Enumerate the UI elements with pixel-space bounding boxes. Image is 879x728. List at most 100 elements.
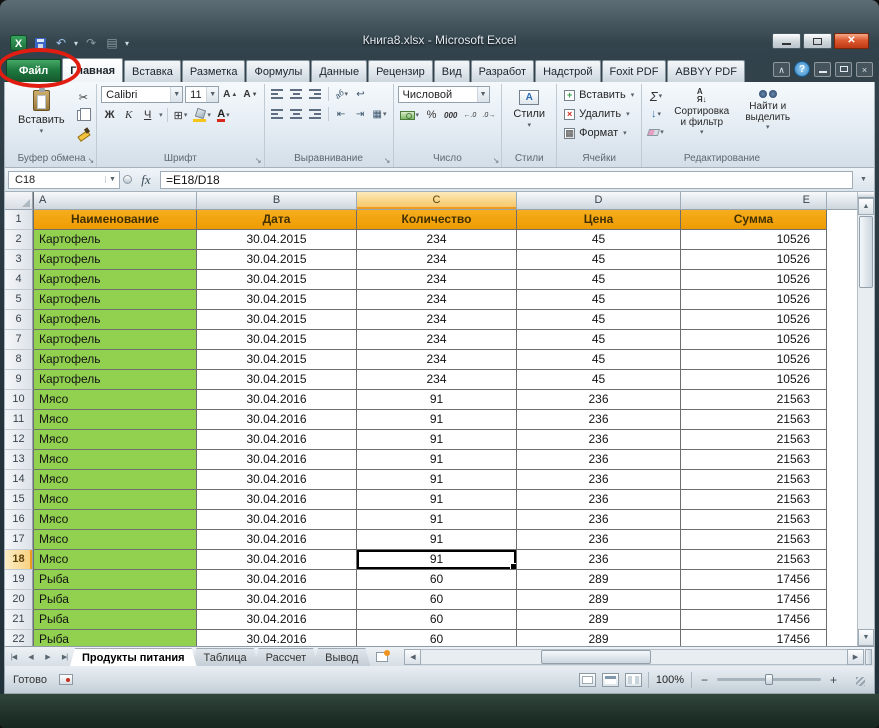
cell-D6[interactable]: 45	[517, 310, 681, 330]
cell-D15[interactable]: 236	[517, 490, 681, 510]
font-size-select[interactable]: 11 ▼	[185, 86, 219, 103]
cell-A22[interactable]: Рыба	[33, 630, 197, 646]
cell-E10[interactable]: 21563	[681, 390, 827, 410]
ribbon-tab-file[interactable]: Файл	[6, 59, 61, 82]
scroll-left-icon[interactable]: ◀	[404, 649, 421, 665]
row-header-22[interactable]: 22	[5, 630, 33, 646]
row-header-5[interactable]: 5	[5, 290, 33, 310]
number-format-select[interactable]: Числовой ▼	[398, 86, 490, 103]
cell-A3[interactable]: Картофель	[33, 250, 197, 270]
zoom-level[interactable]: 100%	[655, 674, 685, 686]
paste-button[interactable]: Вставить ▾	[11, 86, 72, 137]
cell-E21[interactable]: 17456	[681, 610, 827, 630]
formula-input[interactable]: =E18/D18	[160, 171, 853, 189]
dialog-launcher-icon[interactable]: ↘	[255, 157, 262, 165]
wrap-text-button[interactable]: ↩	[352, 86, 369, 102]
cell-C8[interactable]: 234	[357, 350, 517, 370]
first-sheet-button[interactable]: |◀	[5, 648, 22, 666]
cell-D21[interactable]: 289	[517, 610, 681, 630]
underline-button[interactable]: Ч	[139, 107, 156, 123]
autosum-button[interactable]: Σ▾	[646, 88, 666, 104]
scroll-up-icon[interactable]: ▲	[858, 198, 874, 215]
merge-center-button[interactable]: ▦▾	[371, 106, 389, 122]
cell-B7[interactable]: 30.04.2015	[197, 330, 357, 350]
cell-A2[interactable]: Картофель	[33, 230, 197, 250]
cell-D4[interactable]: 45	[517, 270, 681, 290]
cell-C5[interactable]: 234	[357, 290, 517, 310]
sheet-tab-4[interactable]: Вывод	[313, 648, 370, 666]
cell-A7[interactable]: Картофель	[33, 330, 197, 350]
cell-A8[interactable]: Картофель	[33, 350, 197, 370]
cell-C15[interactable]: 91	[357, 490, 517, 510]
cell-B6[interactable]: 30.04.2015	[197, 310, 357, 330]
cell-B21[interactable]: 30.04.2016	[197, 610, 357, 630]
maximize-button[interactable]	[803, 33, 832, 49]
ribbon-tab-9[interactable]: Надстрой	[535, 60, 600, 82]
macro-record-icon[interactable]	[59, 674, 73, 685]
last-sheet-button[interactable]: ▶|	[56, 648, 73, 666]
cell-D20[interactable]: 289	[517, 590, 681, 610]
cell-A12[interactable]: Мясо	[33, 430, 197, 450]
cell-D22[interactable]: 289	[517, 630, 681, 646]
ribbon-tab-10[interactable]: Foxit PDF	[602, 60, 667, 82]
cell-B2[interactable]: 30.04.2015	[197, 230, 357, 250]
cell-E3[interactable]: 10526	[681, 250, 827, 270]
row-header-2[interactable]: 2	[5, 230, 33, 250]
name-box[interactable]: C18 ▼	[8, 171, 120, 189]
dialog-launcher-icon[interactable]: ↘	[87, 157, 94, 165]
cell-C14[interactable]: 91	[357, 470, 517, 490]
cell-A16[interactable]: Мясо	[33, 510, 197, 530]
cell-C21[interactable]: 60	[357, 610, 517, 630]
cell-A4[interactable]: Картофель	[33, 270, 197, 290]
cell-B10[interactable]: 30.04.2016	[197, 390, 357, 410]
cell-C17[interactable]: 91	[357, 530, 517, 550]
sheet-tab-1[interactable]: Продукты питания	[70, 648, 197, 666]
row-header-10[interactable]: 10	[5, 390, 33, 410]
dialog-launcher-icon[interactable]: ↘	[493, 157, 500, 165]
cell-D16[interactable]: 236	[517, 510, 681, 530]
insert-function-dot[interactable]	[123, 175, 132, 184]
cell-C22[interactable]: 60	[357, 630, 517, 646]
bold-button[interactable]: Ж	[101, 107, 118, 123]
ribbon-tab-1[interactable]: Главная	[62, 58, 123, 82]
cell-E9[interactable]: 10526	[681, 370, 827, 390]
grow-font-button[interactable]: А▲	[221, 87, 239, 103]
prev-sheet-button[interactable]: ◀	[22, 648, 39, 666]
cell-B19[interactable]: 30.04.2016	[197, 570, 357, 590]
cell-E14[interactable]: 21563	[681, 470, 827, 490]
cut-button[interactable]: ✂	[75, 89, 93, 105]
cell-E22[interactable]: 17456	[681, 630, 827, 646]
cell-B12[interactable]: 30.04.2016	[197, 430, 357, 450]
cell-D11[interactable]: 236	[517, 410, 681, 430]
page-break-view-button[interactable]	[625, 673, 642, 687]
header-cell-D1[interactable]: Цена	[517, 210, 681, 230]
cell-A6[interactable]: Картофель	[33, 310, 197, 330]
cell-B8[interactable]: 30.04.2015	[197, 350, 357, 370]
sheet-tab-3[interactable]: Рассчет	[254, 648, 319, 666]
minimize-button[interactable]	[772, 33, 801, 49]
comma-style-button[interactable]: 000	[442, 107, 459, 123]
cell-B18[interactable]: 30.04.2016	[197, 550, 357, 570]
zoom-out-button[interactable]: −	[698, 673, 711, 687]
cell-C19[interactable]: 60	[357, 570, 517, 590]
row-header-9[interactable]: 9	[5, 370, 33, 390]
row-header-20[interactable]: 20	[5, 590, 33, 610]
increase-decimal-button[interactable]: ←.0	[461, 107, 478, 123]
horizontal-scroll-thumb[interactable]	[541, 650, 651, 664]
ribbon-tab-5[interactable]: Данные	[311, 60, 367, 82]
cell-A9[interactable]: Картофель	[33, 370, 197, 390]
cell-E19[interactable]: 17456	[681, 570, 827, 590]
cell-C20[interactable]: 60	[357, 590, 517, 610]
cell-B22[interactable]: 30.04.2016	[197, 630, 357, 646]
cell-B11[interactable]: 30.04.2016	[197, 410, 357, 430]
row-header-12[interactable]: 12	[5, 430, 33, 450]
ribbon-tab-8[interactable]: Разработ	[471, 60, 534, 82]
cell-E17[interactable]: 21563	[681, 530, 827, 550]
clear-button[interactable]: ▾	[646, 124, 666, 140]
row-header-11[interactable]: 11	[5, 410, 33, 430]
help-icon[interactable]: ?	[794, 61, 810, 77]
cell-D18[interactable]: 236	[517, 550, 681, 570]
cell-E2[interactable]: 10526	[681, 230, 827, 250]
vertical-scrollbar[interactable]: ▲ ▼	[857, 192, 874, 646]
tab-split-handle[interactable]	[865, 649, 872, 665]
